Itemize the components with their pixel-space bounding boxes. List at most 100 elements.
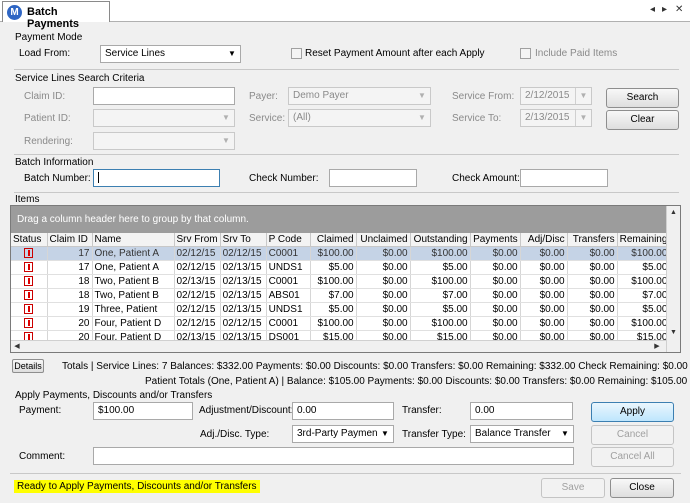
table-cell: C0001 [266,316,311,331]
items-grid[interactable]: Drag a column header here to group by th… [10,205,681,353]
table-cell: 19 [47,302,93,317]
apply-button[interactable]: Apply [591,402,674,422]
table-cell: $0.00 [567,316,618,331]
close-button[interactable]: Close [610,478,674,498]
include-paid-checkbox[interactable] [520,48,531,59]
column-header[interactable]: Transfers [567,233,618,247]
table-cell: $0.00 [567,288,618,303]
chevron-down-icon: ▼ [575,88,591,104]
status-cell [11,302,48,317]
table-cell: $0.00 [356,316,411,331]
table-cell: $0.00 [356,260,411,275]
status-cell [11,316,48,331]
table-cell: Two, Patient B [92,288,175,303]
service-from-label: Service From: [452,91,515,102]
table-cell: $7.00 [310,288,357,303]
table-cell: $0.00 [520,288,568,303]
table-row[interactable]: 17 One, Patient A 02/12/15 02/13/15 UNDS1 $5.… [11,260,671,275]
table-cell: 02/12/15 [174,302,221,317]
payment-input[interactable]: $100.00 [93,402,193,420]
table-row[interactable]: 18 Two, Patient B 02/12/15 02/13/15 ABS01 $7.… [11,288,671,303]
horizontal-scrollbar[interactable]: ◀ ▶ [11,340,666,352]
scroll-right-icon[interactable]: ▶ [651,341,663,352]
reset-payment-checkbox[interactable] [291,48,302,59]
group-by-panel[interactable]: Drag a column header here to group by th… [11,206,680,233]
transfer-type-select[interactable]: Balance Transfer ▼ [470,425,574,443]
table-cell: $0.00 [470,302,521,317]
chevron-down-icon: ▼ [418,91,426,100]
comment-label: Comment: [19,451,66,462]
status-message: Ready to Apply Payments, Discounts and/o… [14,480,260,493]
table-cell: $100.00 [310,274,357,289]
table-cell: $100.00 [310,316,357,331]
table-row[interactable]: 18 Two, Patient B 02/13/15 02/13/15 C0001 $10… [11,274,671,289]
close-tab-icon[interactable]: ✕ [675,4,683,15]
column-header[interactable]: Adj/Disc [520,233,568,247]
app-logo-icon: M [7,5,22,20]
column-header[interactable]: Srv To [220,233,267,247]
load-from-select[interactable]: Service Lines ▼ [100,45,241,63]
include-paid-label: Include Paid Items [535,48,618,59]
details-button[interactable]: Details [12,359,44,373]
comment-input[interactable] [93,447,574,465]
clear-button[interactable]: Clear [606,110,679,130]
column-header[interactable]: Remaining [617,233,671,247]
status-alert-icon [24,261,34,272]
table-cell: $5.00 [617,260,671,275]
batch-info-title: Batch Information [15,157,94,168]
service-select[interactable]: (All) ▼ [288,109,431,127]
table-cell: $7.00 [617,288,671,303]
column-header[interactable]: Payments [470,233,521,247]
vertical-scrollbar[interactable]: ▲ ▼ [666,206,680,352]
save-button[interactable]: Save [541,478,605,498]
scroll-down-icon[interactable]: ▼ [667,326,680,339]
table-cell: One, Patient A [92,260,175,275]
table-cell: $0.00 [356,274,411,289]
table-cell: $0.00 [470,274,521,289]
table-cell: 02/12/15 [220,316,267,331]
search-button[interactable]: Search [606,88,679,108]
adjustment-input[interactable]: 0.00 [292,402,394,420]
adj-type-label: Adj./Disc. Type: [200,429,270,440]
scroll-up-icon[interactable]: ▲ [667,206,680,219]
table-cell: 02/13/15 [220,260,267,275]
check-number-label: Check Number: [249,173,319,184]
column-header[interactable]: Unclaimed [356,233,411,247]
table-cell: $0.00 [567,274,618,289]
service-to-date[interactable]: 2/13/2015 ▼ [520,109,592,127]
adj-type-select[interactable]: 3rd-Party Payment A ▼ [292,425,394,443]
column-header[interactable]: Srv From [174,233,221,247]
table-cell: 02/12/15 [220,246,267,261]
check-number-input[interactable] [329,169,417,187]
patient-id-select[interactable]: ▼ [93,109,235,127]
column-header[interactable]: Outstanding [410,233,471,247]
column-header[interactable]: Name [92,233,175,247]
transfer-type-label: Transfer Type: [402,429,466,440]
claim-id-input[interactable] [93,87,235,105]
table-cell: 17 [47,246,93,261]
transfer-input[interactable]: 0.00 [470,402,573,420]
cancel-all-button[interactable]: Cancel All [591,447,674,467]
scroll-left-icon[interactable]: ◀ [11,341,23,352]
transfer-label: Transfer: [402,405,442,416]
table-cell: Four, Patient D [92,316,175,331]
table-row[interactable]: 20 Four, Patient D 02/12/15 02/12/15 C0001 $1… [11,316,671,331]
column-header[interactable]: P Code [266,233,311,247]
table-cell: $0.00 [567,260,618,275]
rendering-select[interactable]: ▼ [93,132,235,150]
table-row[interactable]: 19 Three, Patient 02/12/15 02/13/15 UNDS1 $5.… [11,302,671,317]
status-cell [11,260,48,275]
scroll-right-icon[interactable]: ▸ [662,4,667,15]
column-header[interactable]: Claimed [310,233,357,247]
column-header[interactable]: Status [11,233,48,247]
column-header[interactable]: Claim ID [47,233,93,247]
tab-batch-payments[interactable]: M Batch Payments [2,1,110,30]
table-cell: 02/13/15 [220,302,267,317]
batch-number-input[interactable] [93,169,220,187]
service-from-date[interactable]: 2/12/2015 ▼ [520,87,592,105]
scroll-left-icon[interactable]: ◂ [650,4,655,15]
payer-select[interactable]: Demo Payer ▼ [288,87,431,105]
table-row[interactable]: 17 One, Patient A 02/12/15 02/12/15 C0001 $10… [11,246,671,261]
cancel-button[interactable]: Cancel [591,425,674,445]
check-amount-input[interactable] [520,169,608,187]
